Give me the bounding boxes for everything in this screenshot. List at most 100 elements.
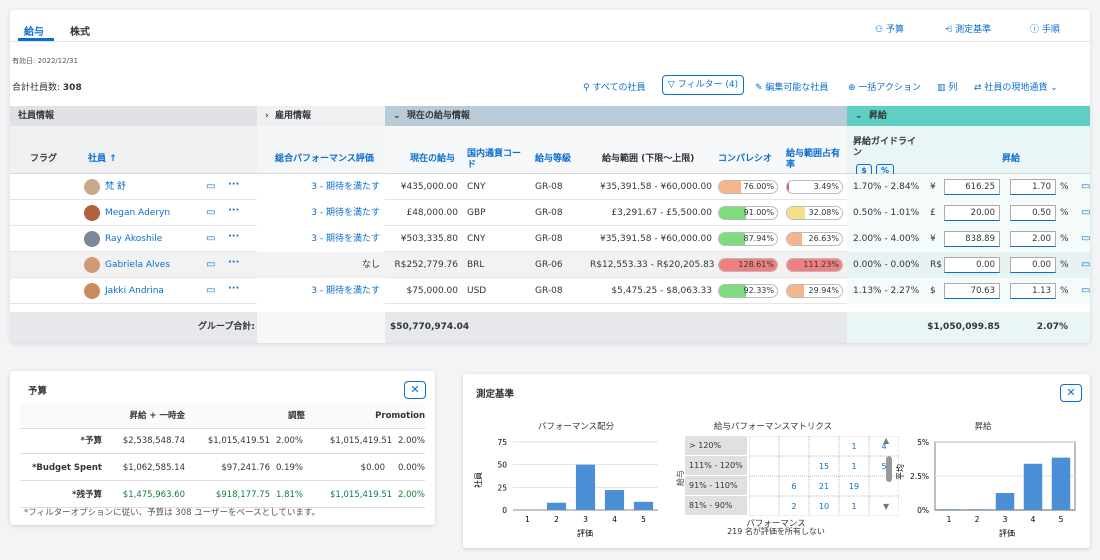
close-budget-button[interactable]: ✕ (404, 381, 426, 399)
columns-button[interactable]: ▥ 列 (937, 80, 957, 93)
matrix-cell[interactable]: 1 (839, 456, 869, 476)
bar[interactable] (1023, 463, 1043, 510)
matrix-cell (749, 436, 779, 456)
comment-icon[interactable]: ▭ (206, 285, 215, 296)
comment-icon[interactable]: ▭ (206, 181, 215, 192)
budget-note: *フィルターオプションに従い、予算は 308 ユーザーをベースとしています。 (24, 508, 321, 518)
raise-percent-input[interactable]: 1.13 (1010, 283, 1056, 299)
matrix-cell[interactable]: 1 (839, 496, 869, 516)
raise-amount-input[interactable]: 0.00 (944, 257, 1000, 273)
column-compa-ratio[interactable]: コンパレシオ (718, 154, 772, 165)
column-raise[interactable]: 昇給 (1002, 154, 1020, 165)
currency-symbol: R$ (930, 260, 942, 270)
raise-percent-input[interactable]: 1.70 (1010, 179, 1056, 195)
comment-icon[interactable]: ▭ (1081, 207, 1090, 218)
tab-salary[interactable]: 給与 (24, 23, 44, 38)
raise-chart: 0% 2.5% 5% 1 2 3 4 5 平均 評価 (895, 438, 1076, 538)
employee-name[interactable]: 梵 舒 (105, 174, 126, 200)
comment-icon[interactable]: ▭ (1081, 181, 1090, 192)
matrix-cell[interactable]: 6 (779, 476, 809, 496)
comment-icon[interactable]: ▭ (1081, 233, 1090, 244)
close-metrics-button[interactable]: ✕ (1060, 384, 1082, 402)
raise-amount-input[interactable]: 616.25 (944, 179, 1000, 195)
local-currency-button[interactable]: ⇄ 社員の現地通貨 ⌄ (974, 80, 1058, 93)
group-header-employee-info: 社員情報 (10, 106, 257, 126)
raise-percent-input[interactable]: 0.00 (1010, 257, 1056, 273)
tab-stock[interactable]: 株式 (70, 23, 90, 38)
table-row[interactable]: Megan Aderyn ▭ ··· 3 - 期待を満たす £48,000.00 GBP G… (10, 200, 1090, 226)
comment-icon[interactable]: ▭ (1081, 285, 1090, 296)
column-currency-code[interactable]: 国内通貨コード (467, 149, 527, 171)
raise-amount-input[interactable]: 838.89 (944, 231, 1000, 247)
bar[interactable] (633, 501, 654, 510)
more-icon[interactable]: ··· (228, 231, 239, 242)
scroll-down-icon[interactable]: ▼ (883, 502, 889, 511)
column-range-penetration[interactable]: 給与範囲占有率 (786, 149, 844, 171)
comment-icon[interactable]: ▭ (206, 259, 215, 270)
matrix-cell[interactable]: 10 (809, 496, 839, 516)
comment-icon[interactable]: ▭ (1081, 259, 1090, 270)
editable-employees-button[interactable]: ✎ 編集可能な社員 (755, 80, 828, 93)
budget-button[interactable]: ⚇ 予算 (875, 22, 904, 35)
bar[interactable] (546, 502, 567, 510)
all-employees-button[interactable]: ⚲ すべての社員 (583, 80, 645, 93)
table-row[interactable]: Jakki Andrina ▭ ··· 3 - 期待を満たす $75,000.00 USD… (10, 278, 1090, 304)
x-tick-label: 3 (583, 515, 588, 524)
group-header-raise[interactable]: ⌄ 昇給 (847, 106, 1090, 126)
employee-name[interactable]: Ray Akoshile (105, 226, 162, 252)
scrollbar-thumb[interactable] (886, 456, 892, 482)
performance-rating[interactable]: 3 - 期待を満たす (260, 200, 380, 226)
raise-percent-input[interactable]: 2.00 (1010, 231, 1056, 247)
employee-name[interactable]: Gabriela Alves (105, 252, 170, 278)
range-penetration-indicator: 111.23% (786, 258, 843, 272)
scroll-up-icon[interactable]: ▲ (883, 436, 889, 445)
table-row[interactable]: Ray Akoshile ▭ ··· 3 - 期待を満たす ¥503,335.80 CNY… (10, 226, 1090, 252)
more-icon[interactable]: ··· (228, 205, 239, 216)
raise-amount-input[interactable]: 20.00 (944, 205, 1000, 221)
salary-grade: GR-08 (535, 286, 563, 296)
matrix-cell[interactable]: 21 (809, 476, 839, 496)
comment-icon[interactable]: ▭ (206, 233, 215, 244)
table-row[interactable]: Gabriela Alves ▭ ··· なし R$252,779.76 BRL GR-06… (10, 252, 1090, 278)
column-current-salary[interactable]: 現在の給与 (410, 154, 455, 165)
performance-rating[interactable]: 3 - 期待を満たす (260, 174, 380, 200)
raise-percent-input[interactable]: 0.50 (1010, 205, 1056, 221)
employee-name[interactable]: Jakki Andrina (105, 278, 164, 304)
more-icon[interactable]: ··· (228, 179, 239, 190)
raise-amount-input[interactable]: 70.63 (944, 283, 1000, 299)
bar[interactable] (995, 493, 1015, 510)
budget-value: $1,015,419.51 (330, 436, 393, 446)
matrix-cell[interactable]: 2 (779, 496, 809, 516)
table-row[interactable]: 梵 舒 ▭ ··· 3 - 期待を満たす ¥435,000.00 CNY GR-08 ¥35,… (10, 174, 1090, 200)
more-icon[interactable]: ··· (228, 257, 239, 268)
group-header-current-salary[interactable]: ⌄ 現在の給与情報 (385, 106, 847, 126)
performance-rating[interactable]: 3 - 期待を満たす (260, 278, 380, 304)
matrix-cell[interactable]: 15 (809, 456, 839, 476)
employee-name[interactable]: Megan Aderyn (105, 200, 170, 226)
performance-rating[interactable]: 3 - 期待を満たす (260, 226, 380, 252)
instructions-button[interactable]: ⓘ 手順 (1030, 22, 1060, 35)
column-employee[interactable]: 社員 ↑ (88, 154, 117, 165)
metrics-button[interactable]: ⩤ 測定基準 (945, 22, 991, 35)
matrix-cell[interactable]: 1 (839, 436, 869, 456)
matrix-scrollbar[interactable]: ▲ ▼ (883, 436, 892, 514)
y-tick-label: 50 (497, 461, 507, 470)
comment-icon[interactable]: ▭ (206, 207, 215, 218)
performance-rating[interactable]: なし (260, 252, 380, 278)
more-icon[interactable]: ··· (228, 283, 239, 294)
filter-button[interactable]: ▽ フィルター (4) (662, 75, 744, 95)
bar[interactable] (967, 509, 987, 510)
bar[interactable] (939, 509, 959, 510)
bulk-action-button[interactable]: ⊕ 一括アクション (848, 80, 921, 93)
column-performance[interactable]: 総合パフォーマンス評価 (275, 154, 374, 165)
bar[interactable] (604, 490, 625, 510)
bar[interactable] (575, 464, 596, 510)
bar[interactable] (1051, 457, 1071, 510)
column-salary-range[interactable]: 給与範囲 (下限〜上限) (602, 154, 694, 165)
matrix-cell (749, 496, 779, 516)
matrix-cell[interactable]: 19 (839, 476, 869, 496)
current-salary: R$252,779.76 (394, 260, 458, 270)
column-salary-grade[interactable]: 給与等級 (535, 154, 571, 165)
salary-grade: GR-08 (535, 182, 563, 192)
group-header-employment-info[interactable]: › 雇用情報 (257, 106, 385, 126)
